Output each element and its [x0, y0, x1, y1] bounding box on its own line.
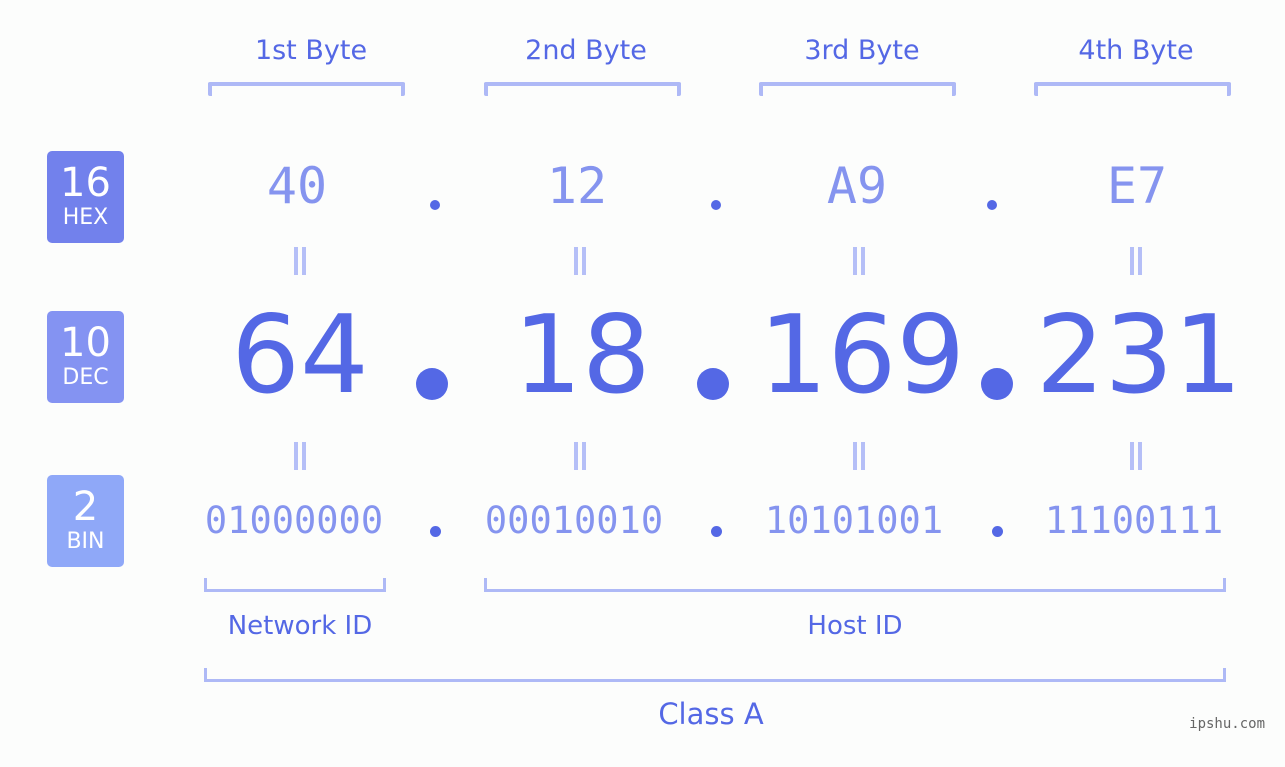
hex-value-2: 12 [546, 157, 608, 215]
bin-value-4: 11100111 [1044, 499, 1224, 542]
bin-dot-3 [992, 526, 1003, 537]
dec-badge: 10 DEC [47, 311, 124, 403]
dec-value-1: 64 [231, 293, 369, 418]
equals-icon [1128, 442, 1144, 470]
bin-dot-2 [711, 526, 722, 537]
dec-dot-2 [697, 368, 729, 400]
byte-bracket-4 [1034, 82, 1231, 96]
network-id-bracket [204, 578, 386, 592]
equals-icon [572, 442, 588, 470]
bin-base-label: BIN [66, 529, 105, 554]
hex-badge: 16 HEX [47, 151, 124, 243]
hex-base-label: HEX [62, 205, 109, 230]
dec-base-number: 10 [60, 320, 111, 366]
hex-value-4: E7 [1106, 157, 1168, 215]
byte-header-1: 1st Byte [254, 35, 368, 66]
hex-dot-3 [987, 200, 997, 210]
dec-dot-3 [981, 368, 1013, 400]
equals-icon [1128, 247, 1144, 275]
class-bracket [204, 668, 1226, 682]
byte-header-4: 4th Byte [1078, 35, 1194, 66]
equals-icon [851, 442, 867, 470]
class-label: Class A [658, 697, 764, 731]
host-id-bracket [484, 578, 1226, 592]
byte-header-2: 2nd Byte [525, 35, 647, 66]
bin-value-3: 10101001 [764, 499, 944, 542]
byte-header-3: 3rd Byte [804, 35, 920, 66]
byte-bracket-3 [759, 82, 956, 96]
equals-icon [851, 247, 867, 275]
byte-bracket-1 [208, 82, 405, 96]
byte-bracket-2 [484, 82, 681, 96]
bin-base-number: 2 [72, 484, 99, 530]
site-watermark: ipshu.com [1189, 716, 1265, 732]
network-id-label: Network ID [227, 611, 373, 641]
host-id-label: Host ID [807, 611, 903, 641]
equals-icon [572, 247, 588, 275]
hex-value-1: 40 [266, 157, 328, 215]
bin-dot-1 [430, 526, 441, 537]
hex-dot-1 [430, 200, 440, 210]
bin-value-2: 00010010 [484, 499, 664, 542]
dec-value-2: 18 [513, 293, 651, 418]
equals-icon [292, 247, 308, 275]
hex-dot-2 [711, 200, 721, 210]
dec-base-label: DEC [62, 365, 109, 390]
dec-dot-1 [416, 368, 448, 400]
dec-value-3: 169 [758, 293, 966, 418]
hex-value-3: A9 [826, 157, 888, 215]
equals-icon [292, 442, 308, 470]
dec-value-4: 231 [1035, 293, 1243, 418]
bin-value-1: 01000000 [204, 499, 384, 542]
hex-base-number: 16 [60, 160, 111, 206]
bin-badge: 2 BIN [47, 475, 124, 567]
